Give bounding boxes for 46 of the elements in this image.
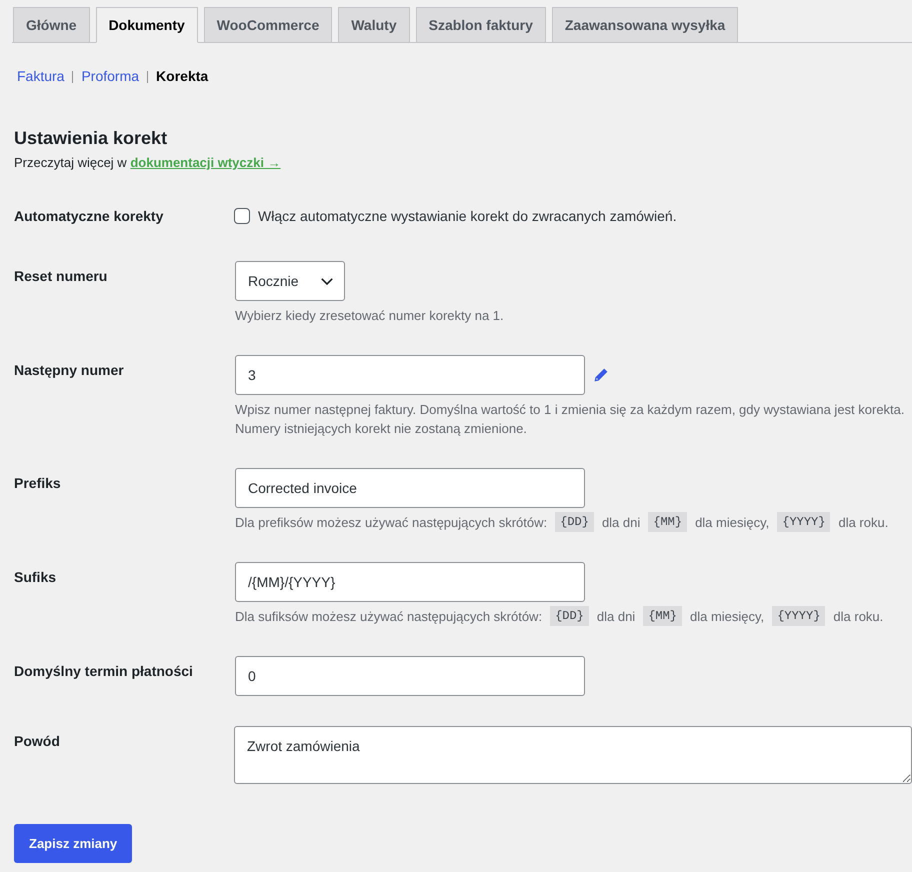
intro-text: Przeczytaj więcej w dokumentacji wtyczki → [14, 154, 281, 172]
document-type-link[interactable]: Korekta [156, 66, 208, 86]
settings-tab[interactable]: WooCommerce [204, 7, 332, 43]
shortcode-tag: {DD} [555, 512, 594, 532]
field-description: dla dni [602, 514, 640, 532]
field-description: dla miesięcy, [695, 514, 770, 532]
settings-tab[interactable]: Waluty [338, 7, 410, 43]
field-description: Dla sufiksów możesz używać następujących skrótów: [235, 608, 542, 626]
text-input[interactable]: /{MM}/{YYYY} [235, 562, 585, 602]
field-description: Numery istniejących korekt nie zostaną zmienione. [235, 420, 528, 438]
settings-tab[interactable]: Dokumenty [96, 7, 198, 43]
checkbox-label[interactable]: Włącz automatyczne wystawianie korekt do zwracanych zamówień. [258, 207, 677, 225]
document-type-link[interactable]: Faktura [17, 66, 64, 86]
settings-tab[interactable]: Szablon faktury [416, 7, 546, 43]
settings-tab[interactable]: Główne [13, 7, 90, 43]
save-button[interactable]: Zapisz zmiany [14, 824, 132, 863]
field-description: Dla prefiksów możesz używać następujących skrótów: [235, 514, 548, 532]
field-label: Reset numeru [14, 267, 108, 285]
field-label: Sufiks [14, 568, 56, 586]
field-description: dla dni [596, 608, 636, 626]
shortcode-tag: {DD} [550, 606, 589, 626]
section-title: Ustawienia korekt [14, 127, 168, 150]
textarea-field[interactable]: Zwrot zamówienia [234, 726, 912, 784]
text-input[interactable]: Corrected invoice [235, 468, 585, 508]
field-description: dla miesięcy, [690, 608, 764, 626]
text-input[interactable]: 0 [235, 656, 585, 696]
field-description: Wybierz kiedy zresetować numer korekty na 1. [235, 307, 504, 325]
text-input[interactable]: 3 [235, 355, 585, 395]
field-label: Następny numer [14, 361, 124, 379]
field-label: Domyślny termin płatności [14, 662, 193, 680]
pencil-icon[interactable] [594, 368, 608, 382]
shortcode-tag: {YYYY} [772, 606, 826, 626]
shortcode-tag: {MM} [643, 606, 682, 626]
chevron-down-icon [321, 278, 333, 284]
field-description: dla roku. [838, 514, 888, 532]
field-description: dla roku. [833, 608, 884, 626]
field-label: Automatyczne korekty [14, 207, 164, 225]
document-type-link[interactable]: Proforma [81, 66, 140, 86]
checkbox[interactable] [234, 208, 250, 224]
shortcode-tag: {MM} [648, 512, 688, 532]
settings-tab[interactable]: Zaawansowana wysyłka [552, 7, 738, 43]
dropdown-select[interactable]: Rocznie [235, 261, 345, 301]
field-description: Wpisz numer następnej faktury. Domyślna wartość to 1 i zmienia się za każdym razem, gdy wystawiana jest korekta. [235, 401, 906, 419]
field-label: Powód [14, 732, 60, 750]
shortcode-tag: {YYYY} [777, 512, 830, 532]
field-label: Prefiks [14, 474, 61, 492]
